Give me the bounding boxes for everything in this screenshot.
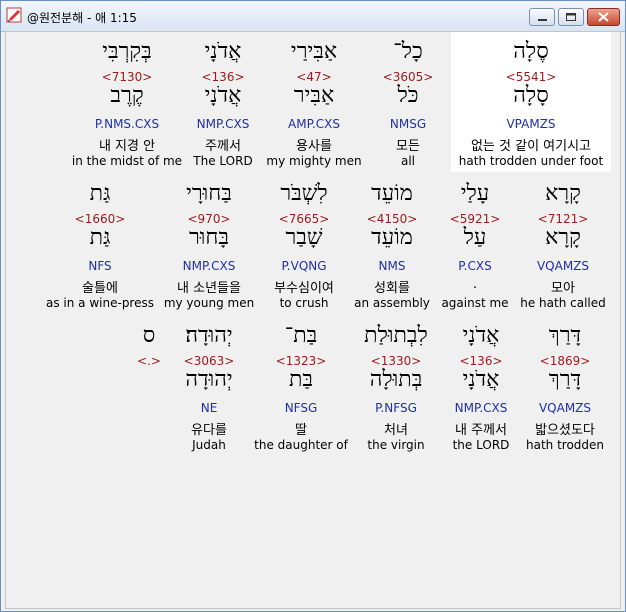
hebrew-word: דָּרַךְ: [548, 323, 582, 348]
korean-gloss: 모아: [551, 281, 575, 296]
lexeme: גַּת: [89, 225, 111, 250]
parse-code: P.VQNG: [281, 259, 327, 273]
english-gloss: the LORD: [452, 438, 510, 452]
korean-gloss: .: [472, 277, 478, 292]
korean-gloss: 내 소년들을: [177, 281, 241, 296]
lexeme: מוֹעֵד: [371, 225, 413, 250]
minimize-button[interactable]: [529, 8, 555, 26]
english-gloss: against me: [441, 296, 509, 310]
hebrew-word: גַּת: [89, 181, 111, 206]
lexeme: אַבִּיר: [293, 83, 335, 108]
app-window: @원전분해 - 애 1:15 סֶלָה <5541> סָלָה VPAMZS…: [0, 0, 626, 612]
hebrew-word: לִשְׁבֹּר: [280, 181, 328, 206]
app-logo-icon: [6, 7, 22, 23]
english-gloss: my young men: [163, 296, 255, 310]
hebrew-word: אֲדֹנָי: [204, 39, 242, 64]
hebrew-word: כָל־: [393, 39, 423, 64]
maximize-icon: [566, 13, 576, 21]
lexeme: קָרָא: [545, 225, 581, 250]
strong-number[interactable]: <.>: [137, 354, 161, 368]
interlinear-panel: סֶלָה <5541> סָלָה VPAMZS 없는 것 같이 여기시고 h…: [5, 31, 621, 609]
lexeme: בַּת: [288, 367, 314, 392]
english-gloss: my mighty men: [266, 154, 362, 168]
hebrew-word: לִבְתוּלַת: [364, 323, 428, 348]
english-gloss: Judah: [192, 438, 226, 452]
korean-gloss: 용사를: [296, 139, 332, 154]
minimize-icon: [538, 19, 547, 21]
english-gloss: as in a wine-press: [46, 296, 154, 310]
parse-code: VQAMZS: [538, 401, 592, 415]
hebrew-word: קָרָא: [545, 181, 581, 206]
parse-code: NMP.CXS: [182, 259, 236, 273]
parse-code: NE: [200, 401, 218, 415]
parse-code: NFSG: [284, 401, 318, 415]
lexeme: שָׁבַר: [285, 225, 323, 250]
korean-gloss: 처녀: [384, 423, 408, 438]
korean-gloss: 내 지경 안: [98, 139, 156, 154]
hebrew-word: ס: [142, 323, 156, 348]
lexeme: קֶרֶב: [110, 83, 144, 108]
english-gloss: the daughter of: [254, 438, 348, 452]
english-gloss: hath trodden under foot: [458, 154, 604, 168]
korean-gloss: 주께서: [205, 139, 241, 154]
english-gloss: he hath called: [520, 296, 606, 310]
hebrew-word: אֲדֹנָי: [462, 323, 500, 348]
english-gloss: in the midst of me: [71, 154, 183, 168]
parse-code: P.CXS: [458, 259, 492, 273]
korean-gloss: 내 주께서: [455, 423, 507, 438]
parse-code: NMSG: [389, 117, 427, 131]
parse-code: AMP.CXS: [288, 117, 340, 131]
lexeme: בְּתוּלָה: [369, 367, 423, 392]
hebrew-word: מוֹעֵד: [371, 181, 413, 206]
parse-code: P.NMS.CXS: [94, 117, 160, 131]
korean-gloss: 없는 것 같이 여기시고: [470, 139, 592, 154]
hebrew-word: סֶלָה: [513, 39, 549, 64]
parse-code: NFS: [88, 259, 112, 273]
lexeme: אֲדֹנָי: [462, 367, 500, 392]
lexeme: דָּרַךְ: [548, 367, 582, 392]
lexeme: סָלָה: [513, 83, 549, 108]
korean-gloss: 딸: [295, 423, 307, 438]
english-gloss: to crush: [279, 296, 329, 310]
hebrew-word: בְּקִרְבִּי: [102, 39, 152, 64]
korean-gloss: 부수심이여: [274, 281, 334, 296]
korean-gloss: 성회를: [374, 281, 410, 296]
parse-code: NMP.CXS: [196, 117, 250, 131]
parse-code: P.NFSG: [375, 401, 417, 415]
english-gloss: hath trodden: [525, 438, 605, 452]
english-gloss: The LORD: [193, 154, 253, 168]
english-gloss: an assembly: [354, 296, 430, 310]
close-button[interactable]: [587, 8, 620, 26]
parse-code: VQAMZS: [536, 259, 590, 273]
title-bar[interactable]: @원전분해 - 애 1:15: [1, 1, 625, 32]
hebrew-word: עָלַי: [460, 181, 490, 206]
window-title: @원전분해 - 애 1:15: [27, 11, 137, 25]
korean-gloss: 밟으셨도다: [535, 423, 595, 438]
lexeme: בָּחוּר: [188, 225, 230, 250]
maximize-button[interactable]: [558, 8, 584, 26]
english-gloss: all: [400, 154, 416, 168]
lexeme: אֲדֹנָי: [204, 83, 242, 108]
hebrew-word: בַּחוּרָי: [186, 181, 232, 206]
hebrew-word: בַּת־: [284, 323, 318, 348]
hebrew-word: יְהוּדָה׃: [185, 323, 233, 348]
korean-gloss: 술틀에: [82, 281, 118, 296]
parse-code: NMS: [378, 259, 406, 273]
parse-code: NMP.CXS: [454, 401, 508, 415]
korean-gloss: 모든: [396, 139, 420, 154]
close-icon: [598, 12, 609, 22]
hebrew-word: אַבִּירַי: [290, 39, 338, 64]
lexeme: יְהוּדָה: [185, 367, 233, 392]
korean-gloss: 유다를: [191, 423, 227, 438]
lexeme: כֹּל: [397, 83, 419, 108]
parse-code: VPAMZS: [506, 117, 556, 131]
lexeme: עַל: [463, 225, 487, 250]
english-gloss: the virgin: [367, 438, 425, 452]
